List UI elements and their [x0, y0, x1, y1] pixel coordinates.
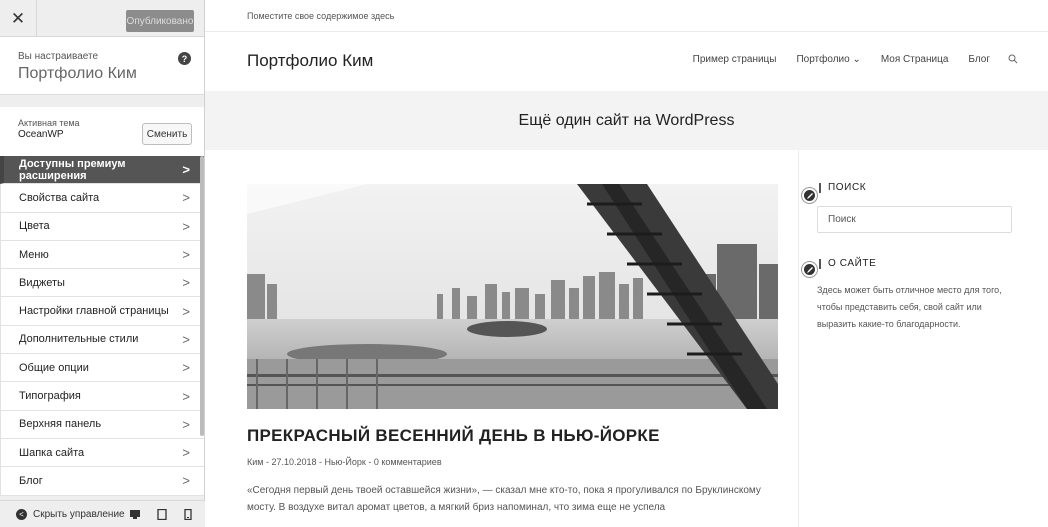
- menu-item-top-bar[interactable]: Верхняя панель >: [0, 410, 204, 439]
- active-theme-panel: Активная тема OceanWP Сменить: [0, 107, 204, 160]
- menu-item-label: Шапка сайта: [19, 446, 85, 459]
- chevron-right-icon: >: [182, 473, 190, 489]
- post-meta: Ким - 27.10.2018 - Нью-Йорк - 0 коммента…: [247, 457, 442, 467]
- menu-item-additional-css[interactable]: Дополнительные стили >: [0, 325, 204, 355]
- menu-item-menus[interactable]: Меню >: [0, 240, 204, 270]
- chevron-right-icon: >: [182, 360, 190, 376]
- hide-controls-button[interactable]: Скрыть управление: [33, 509, 125, 520]
- menu-item-label: Цвета: [19, 220, 50, 233]
- widget-about-text: Здесь может быть отличное место для того…: [817, 285, 1002, 329]
- top-bar-text: Поместите свое содержимое здесь: [247, 10, 395, 21]
- menu-item-label: Меню: [19, 248, 49, 261]
- menu-item-label: Общие опции: [19, 361, 89, 374]
- site-preview: Поместите свое содержимое здесь Портфоли…: [205, 0, 1048, 527]
- customizer-sidebar: ✕ Опубликовано Вы настраиваете Портфолио…: [0, 0, 205, 527]
- menu-item-label: Верхняя панель: [19, 418, 102, 431]
- site-header: Портфолио Ким Пример страницы Портфолио …: [205, 32, 1048, 90]
- chevron-right-icon: >: [182, 416, 190, 432]
- menu-item-label: Дополнительные стили: [19, 333, 139, 346]
- sidebar-divider: [798, 150, 799, 527]
- menu-item-site-identity[interactable]: Свойства сайта >: [0, 184, 204, 213]
- chevron-right-icon: >: [182, 303, 190, 319]
- featured-image[interactable]: [247, 184, 778, 409]
- mobile-preview-icon[interactable]: [183, 509, 193, 520]
- menu-item-typography[interactable]: Типография >: [0, 382, 204, 411]
- collapse-icon[interactable]: <: [16, 508, 27, 520]
- desktop-preview-icon[interactable]: [130, 509, 140, 520]
- close-icon[interactable]: ✕: [0, 0, 37, 37]
- search-icon[interactable]: [1008, 54, 1018, 64]
- customizing-site-name: Портфолио Ким: [18, 65, 137, 82]
- banner-title: Ещё один сайт на WordPress: [518, 111, 735, 129]
- publish-button[interactable]: Опубликовано: [126, 10, 194, 32]
- customizing-label: Вы настраиваете: [18, 51, 99, 62]
- chevron-right-icon: >: [182, 445, 190, 461]
- chevron-right-icon: >: [182, 275, 190, 291]
- nav-item-sample-page[interactable]: Пример страницы: [693, 54, 777, 65]
- post-excerpt: «Сегодня первый день твоей оставшейся жи…: [247, 485, 761, 513]
- customizer-topbar: ✕ Опубликовано: [0, 0, 204, 37]
- menu-item-blog[interactable]: Блог >: [0, 467, 204, 496]
- menu-item-label: Блог: [19, 474, 43, 487]
- menu-item-label: Свойства сайта: [19, 191, 100, 204]
- chevron-right-icon: >: [182, 331, 190, 347]
- nav-item-my-page[interactable]: Моя Страница: [881, 54, 949, 65]
- city-bridge-photo: [247, 184, 778, 409]
- menu-item-label: Виджеты: [19, 276, 65, 289]
- nav-item-portfolio[interactable]: Портфолио ⌄: [796, 54, 860, 65]
- chevron-right-icon: >: [182, 247, 190, 263]
- edit-pencil-icon[interactable]: [802, 262, 817, 277]
- customizer-footer: < Скрыть управление: [0, 500, 205, 527]
- menu-item-premium-extensions[interactable]: Доступны премиум расширения >: [0, 156, 204, 185]
- menu-item-label: Доступны премиум расширения: [19, 157, 126, 182]
- page-banner: Ещё один сайт на WordPress: [205, 91, 1048, 150]
- widget-title-search: ПОИСК: [819, 183, 866, 193]
- change-theme-button[interactable]: Сменить: [142, 123, 192, 145]
- chevron-right-icon: >: [182, 218, 190, 234]
- customizer-header: Вы настраиваете Портфолио Ким ?: [0, 37, 204, 95]
- menu-item-colors[interactable]: Цвета >: [0, 212, 204, 241]
- site-title[interactable]: Портфолио Ким: [247, 51, 373, 71]
- widget-search-input[interactable]: Поиск: [817, 206, 1012, 233]
- post-title[interactable]: ПРЕКРАСНЫЙ ВЕСЕННИЙ ДЕНЬ В НЬЮ-ЙОРКЕ: [247, 426, 660, 446]
- help-icon[interactable]: ?: [178, 52, 191, 65]
- tablet-preview-icon[interactable]: [157, 509, 167, 520]
- top-bar: Поместите свое содержимое здесь: [205, 0, 1048, 32]
- menu-item-widgets[interactable]: Виджеты >: [0, 269, 204, 298]
- menu-item-homepage-settings[interactable]: Настройки главной страницы >: [0, 297, 204, 326]
- chevron-right-icon: >: [182, 162, 190, 178]
- chevron-right-icon: >: [182, 388, 190, 404]
- menu-item-general-options[interactable]: Общие опции >: [0, 354, 204, 383]
- sidebar-scrollbar[interactable]: [200, 156, 204, 436]
- chevron-right-icon: >: [182, 190, 190, 206]
- nav-item-blog[interactable]: Блог: [968, 54, 990, 65]
- edit-pencil-icon[interactable]: [802, 188, 817, 203]
- menu-item-header[interactable]: Шапка сайта >: [0, 438, 204, 468]
- menu-item-label: Типография: [19, 390, 81, 403]
- widget-title-about: О САЙТЕ: [819, 259, 876, 269]
- menu-item-label: Настройки главной страницы: [19, 305, 169, 318]
- customizer-menu: Доступны премиум расширения > Свойства с…: [0, 156, 204, 496]
- main-nav: Пример страницы Портфолио ⌄ Моя Страница…: [673, 54, 1018, 65]
